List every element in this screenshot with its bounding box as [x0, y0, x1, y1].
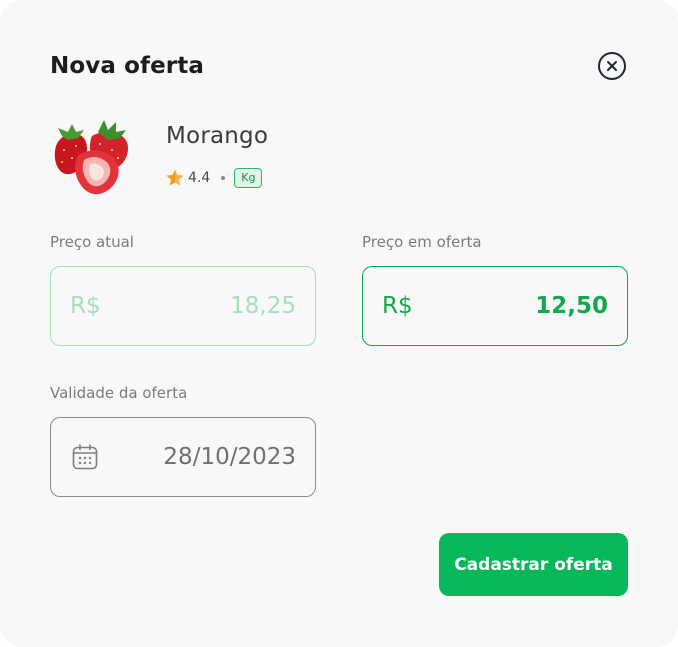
validity-date-input[interactable]: 28/10/2023: [50, 417, 316, 497]
current-price-field: R$ 18,25: [50, 266, 316, 346]
current-price-label: Preço atual: [50, 233, 134, 251]
offer-price-label: Preço em oferta: [362, 233, 482, 251]
product-name: Morango: [166, 123, 269, 149]
currency-prefix: R$: [70, 293, 101, 319]
star-icon: [166, 169, 184, 186]
close-button[interactable]: [598, 52, 626, 80]
submit-offer-button[interactable]: Cadastrar oferta: [439, 533, 628, 596]
unit-badge: Kg: [234, 168, 263, 188]
offer-price-input[interactable]: R$ 12,50: [362, 266, 628, 346]
offer-price-value[interactable]: 12,50: [535, 293, 608, 319]
new-offer-modal: Nova oferta Morango 4.4 Kg Preço atual R…: [0, 0, 678, 647]
calendar-icon[interactable]: [70, 442, 100, 472]
validity-label: Validade da oferta: [50, 384, 188, 402]
current-price-value: 18,25: [230, 293, 296, 319]
separator-dot: [221, 176, 226, 180]
modal-title: Nova oferta: [50, 53, 204, 79]
product-rating: 4.4: [188, 170, 211, 186]
validity-date-value[interactable]: 28/10/2023: [163, 444, 296, 470]
currency-prefix: R$: [382, 293, 413, 319]
strawberry-image: [54, 120, 128, 195]
product-meta: 4.4 Kg: [165, 168, 263, 188]
close-icon: [607, 61, 617, 71]
